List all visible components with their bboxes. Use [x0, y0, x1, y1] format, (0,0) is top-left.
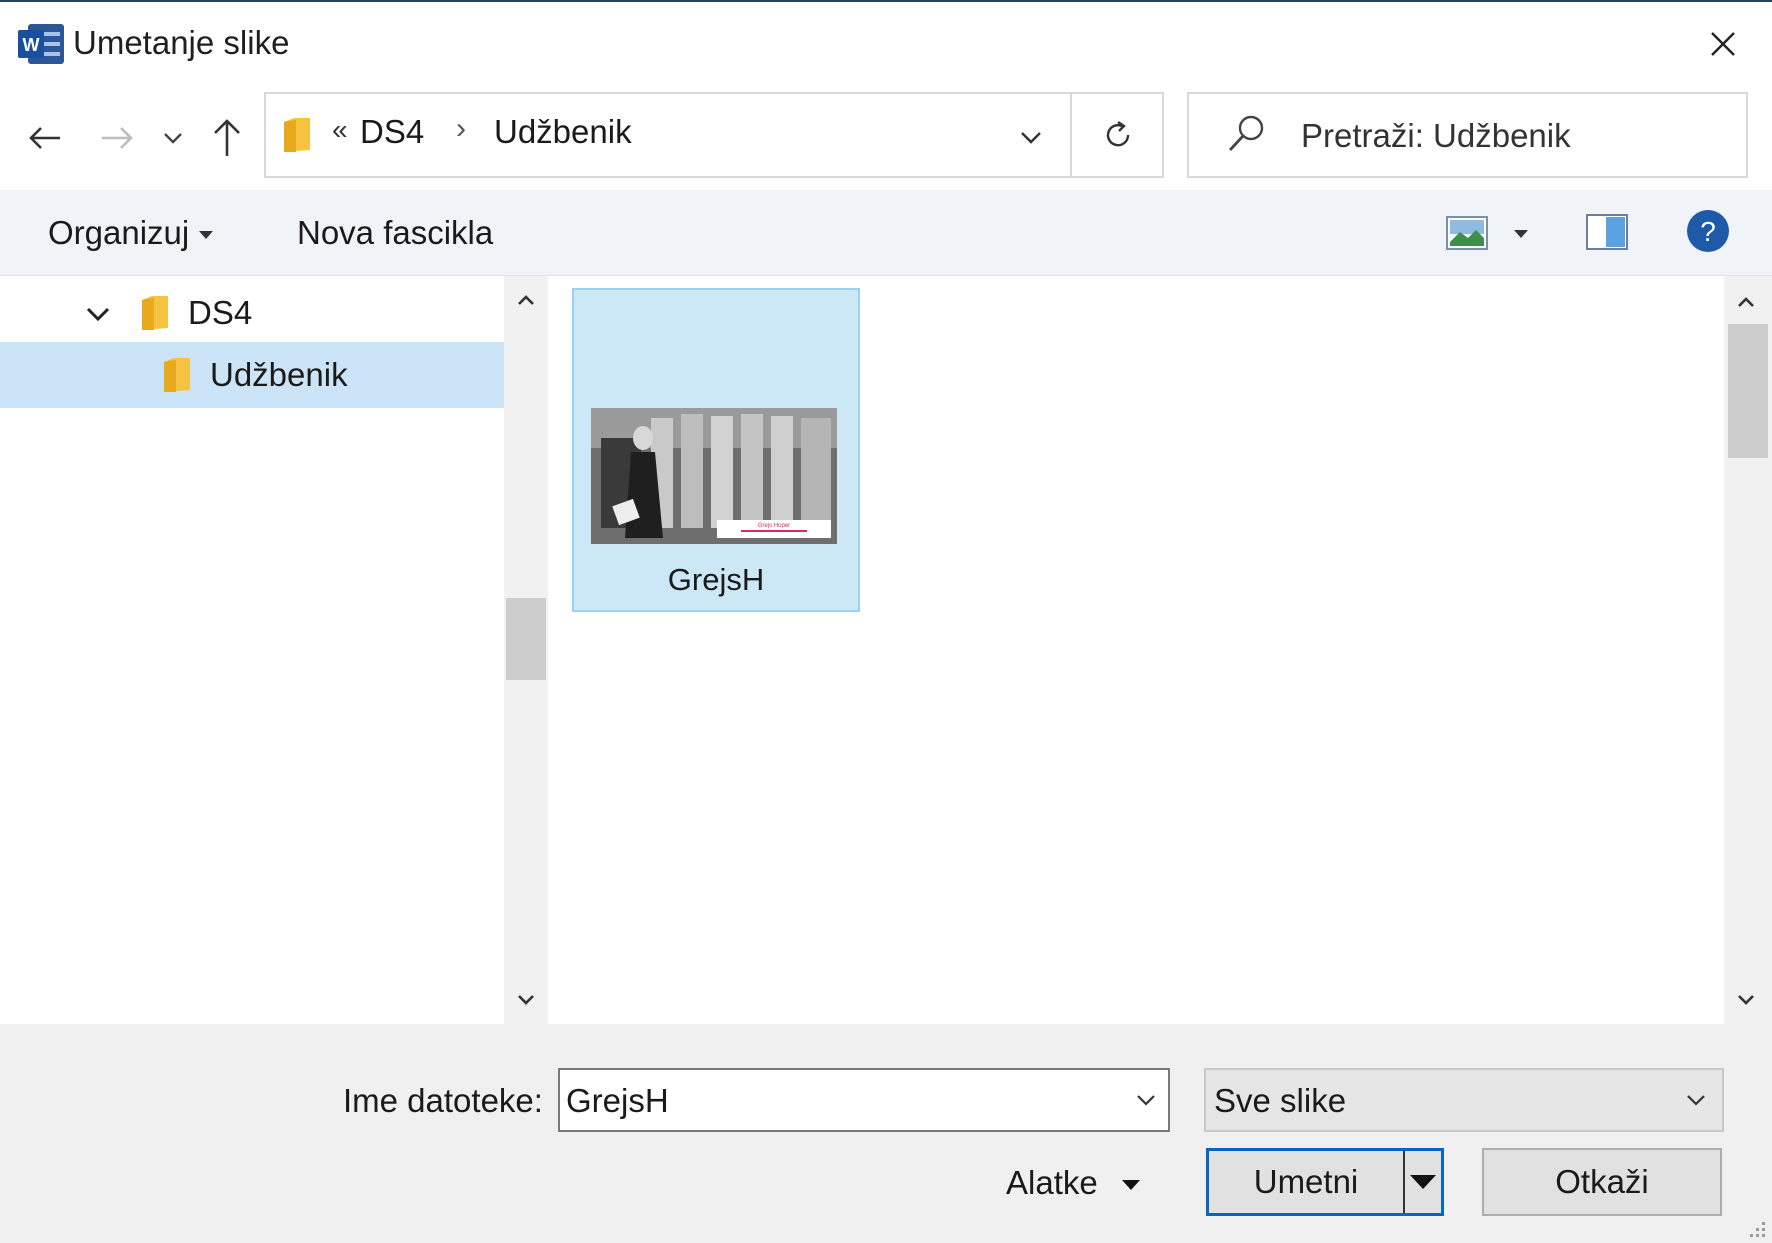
chevron-down-icon	[1137, 1095, 1155, 1106]
search-input[interactable]	[1301, 108, 1731, 164]
up-button[interactable]	[202, 110, 252, 166]
scroll-thumb[interactable]	[1728, 324, 1768, 458]
scroll-up-button[interactable]	[504, 280, 548, 320]
new-folder-button[interactable]: Nova fascikla	[297, 214, 493, 252]
caret-down-icon	[1121, 1180, 1140, 1190]
close-icon	[1711, 32, 1735, 56]
file-name: GrejsH	[667, 562, 765, 597]
close-button[interactable]	[1695, 20, 1751, 68]
view-options-dropdown[interactable]	[1514, 230, 1528, 238]
navigation-pane: DS4 Udžbenik	[0, 276, 548, 1024]
svg-text:?: ?	[1700, 216, 1716, 247]
arrow-left-icon	[29, 127, 60, 149]
title-bar: W Umetanje slike	[0, 0, 1772, 86]
filetype-value: Sve slike	[1214, 1082, 1347, 1119]
navigation-bar: « DS4 › Udžbenik	[0, 86, 1772, 190]
window-title: Umetanje slike	[73, 24, 290, 61]
help-icon[interactable]: ?	[1686, 209, 1730, 253]
file-item-grejsh[interactable]: Grejs Hoper GrejsH	[572, 288, 860, 612]
refresh-icon	[1106, 121, 1130, 147]
back-button[interactable]	[20, 110, 70, 166]
svg-text:W: W	[23, 35, 40, 55]
folder-icon	[142, 296, 168, 330]
filename-input[interactable]	[566, 1076, 1106, 1126]
filetype-dropdown-button[interactable]	[1676, 1080, 1716, 1120]
scroll-thumb[interactable]	[506, 598, 546, 680]
search-box[interactable]	[1187, 92, 1748, 178]
tree-item-label: DS4	[188, 294, 253, 331]
breadcrumb-ds4[interactable]: DS4	[360, 113, 424, 151]
refresh-button[interactable]	[1070, 94, 1164, 176]
command-bar: Organizuj Nova fascikla ?	[0, 190, 1772, 276]
filename-combobox[interactable]	[558, 1068, 1170, 1132]
file-list: Grejs Hoper GrejsH	[552, 276, 1724, 1024]
arrow-right-icon	[102, 127, 133, 149]
navigation-pane-scrollbar[interactable]	[504, 276, 548, 1024]
chevron-down-icon	[1687, 1095, 1705, 1106]
caret-down-icon	[1410, 1175, 1436, 1189]
forward-button[interactable]	[92, 110, 142, 166]
insert-options-button[interactable]	[1403, 1151, 1441, 1213]
caret-down-icon	[199, 231, 214, 239]
word-icon: W	[18, 24, 64, 64]
new-folder-label: Nova fascikla	[297, 214, 494, 251]
tree-item-label: Udžbenik	[210, 356, 348, 393]
chevron-down-icon	[164, 133, 182, 144]
filename-dropdown-button[interactable]	[1126, 1080, 1166, 1120]
address-bar[interactable]: « DS4 › Udžbenik	[264, 92, 1164, 178]
filetype-select[interactable]: Sve slike	[1204, 1068, 1724, 1132]
scroll-up-button[interactable]	[1724, 282, 1768, 322]
organize-label: Organizuj	[48, 214, 190, 251]
cancel-button[interactable]: Otkaži	[1482, 1148, 1722, 1216]
tools-label: Alatke	[1006, 1164, 1098, 1201]
arrow-up-icon	[214, 119, 240, 156]
insert-button[interactable]: Umetni	[1209, 1151, 1403, 1213]
breadcrumb-separator[interactable]: ›	[456, 112, 466, 146]
scroll-down-button[interactable]	[504, 980, 548, 1020]
insert-split-button[interactable]: Umetni	[1206, 1148, 1444, 1216]
thumbnail-caption: Grejs Hoper	[758, 523, 790, 529]
address-dropdown-button[interactable]	[1006, 112, 1056, 162]
breadcrumb-udzbenik[interactable]: Udžbenik	[494, 113, 632, 151]
chevron-up-icon	[518, 295, 534, 305]
chevron-down-icon[interactable]	[84, 300, 112, 328]
tree-item-udzbenik[interactable]: Udžbenik	[0, 342, 504, 408]
preview-pane-icon[interactable]	[1586, 214, 1628, 250]
scroll-down-button[interactable]	[1724, 980, 1768, 1020]
view-options-icon[interactable]	[1446, 216, 1488, 250]
chevron-down-icon	[518, 995, 534, 1005]
filename-label: Ime datoteke:	[343, 1082, 543, 1119]
folder-icon	[164, 358, 190, 392]
tree-item-ds4[interactable]: DS4	[0, 280, 504, 346]
chevron-down-icon	[1021, 132, 1041, 144]
organize-menu-button[interactable]: Organizuj	[48, 214, 214, 252]
resize-grip-icon[interactable]	[1748, 1220, 1768, 1240]
dialog-footer: Ime datoteke: Sve slike Alatke Umetni Ot…	[0, 1024, 1772, 1243]
image-thumbnail: Grejs Hoper	[591, 408, 837, 544]
recent-locations-button[interactable]	[148, 110, 198, 166]
tools-menu-button[interactable]: Alatke	[1006, 1164, 1140, 1202]
folder-icon	[284, 118, 310, 152]
chevron-down-icon	[1738, 995, 1754, 1005]
search-icon	[1228, 115, 1264, 151]
file-list-scrollbar[interactable]	[1724, 276, 1772, 1024]
address-overflow[interactable]: «	[332, 114, 348, 146]
chevron-up-icon	[1738, 297, 1754, 307]
